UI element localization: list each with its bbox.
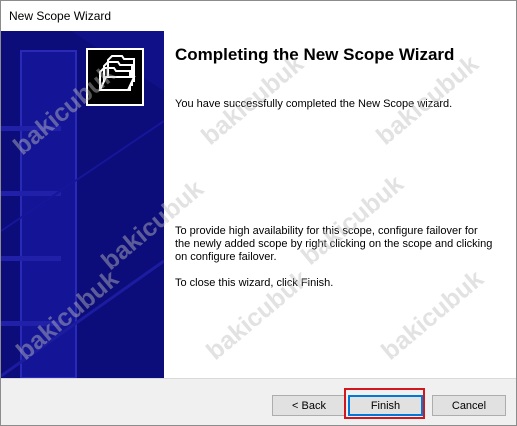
failover-info: To provide high availability for this sc… [175, 225, 493, 263]
close-instruction: To close this wizard, click Finish. [175, 277, 334, 289]
title-bar[interactable]: New Scope Wizard [1, 1, 516, 31]
wizard-window: New Scope Wizard Completing the New Scop… [0, 0, 517, 426]
back-button[interactable]: < Back [272, 395, 346, 416]
cancel-button[interactable]: Cancel [432, 395, 506, 416]
button-bar: < Back Finish Cancel [1, 378, 516, 425]
wizard-sidebar-banner [1, 31, 164, 378]
wizard-content: Completing the New Scope Wizard You have… [164, 31, 516, 378]
window-title: New Scope Wizard [9, 9, 112, 23]
success-message: You have successfully completed the New … [175, 98, 453, 110]
folder-stack-icon [86, 48, 144, 106]
page-title: Completing the New Scope Wizard [175, 45, 455, 64]
finish-button[interactable]: Finish [348, 395, 423, 416]
